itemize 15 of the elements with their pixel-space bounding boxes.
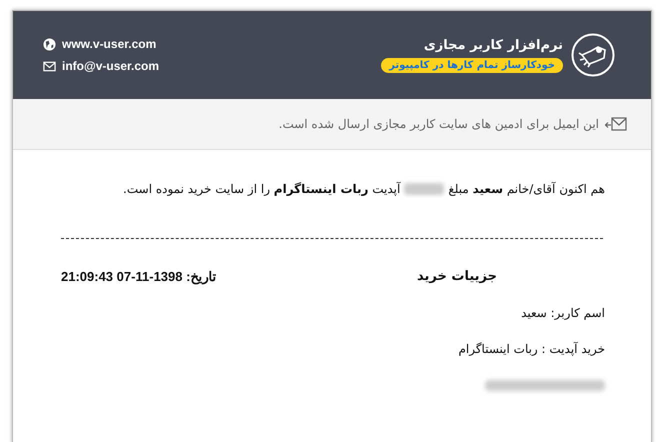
mail-icon bbox=[43, 60, 56, 72]
message-text: آپدیت ربات اینستاگرام را از سایت خرید نموده است. bbox=[123, 182, 400, 196]
mail-arrow-icon bbox=[605, 117, 627, 131]
purchase-date: تاریخ: 1398-11-07 21:09:43 bbox=[61, 269, 216, 284]
message-text: هم اکنون آقای/خانم سعید مبلغ bbox=[448, 182, 605, 196]
globe-icon bbox=[43, 38, 56, 50]
detail-line: اسم کاربر: سعید bbox=[520, 306, 605, 320]
blurred-amount bbox=[404, 183, 444, 195]
notice-text: این ایمیل برای ادمین های سایت کاربر مجازی ارسال شده است. bbox=[278, 117, 599, 131]
contact-text[interactable]: www.v-user.com bbox=[62, 37, 156, 51]
contact-text[interactable]: info@v-user.com bbox=[62, 59, 160, 73]
detail-line: خرید آپدیت : ربات اینستاگرام bbox=[457, 342, 605, 356]
brand-tagline: خودکارساز تمام کارها در کامپیوتر bbox=[381, 58, 563, 72]
details-title: جزییات خرید bbox=[417, 269, 497, 284]
brand-title: نرم‌افزار کاربر مجازی bbox=[424, 38, 563, 52]
